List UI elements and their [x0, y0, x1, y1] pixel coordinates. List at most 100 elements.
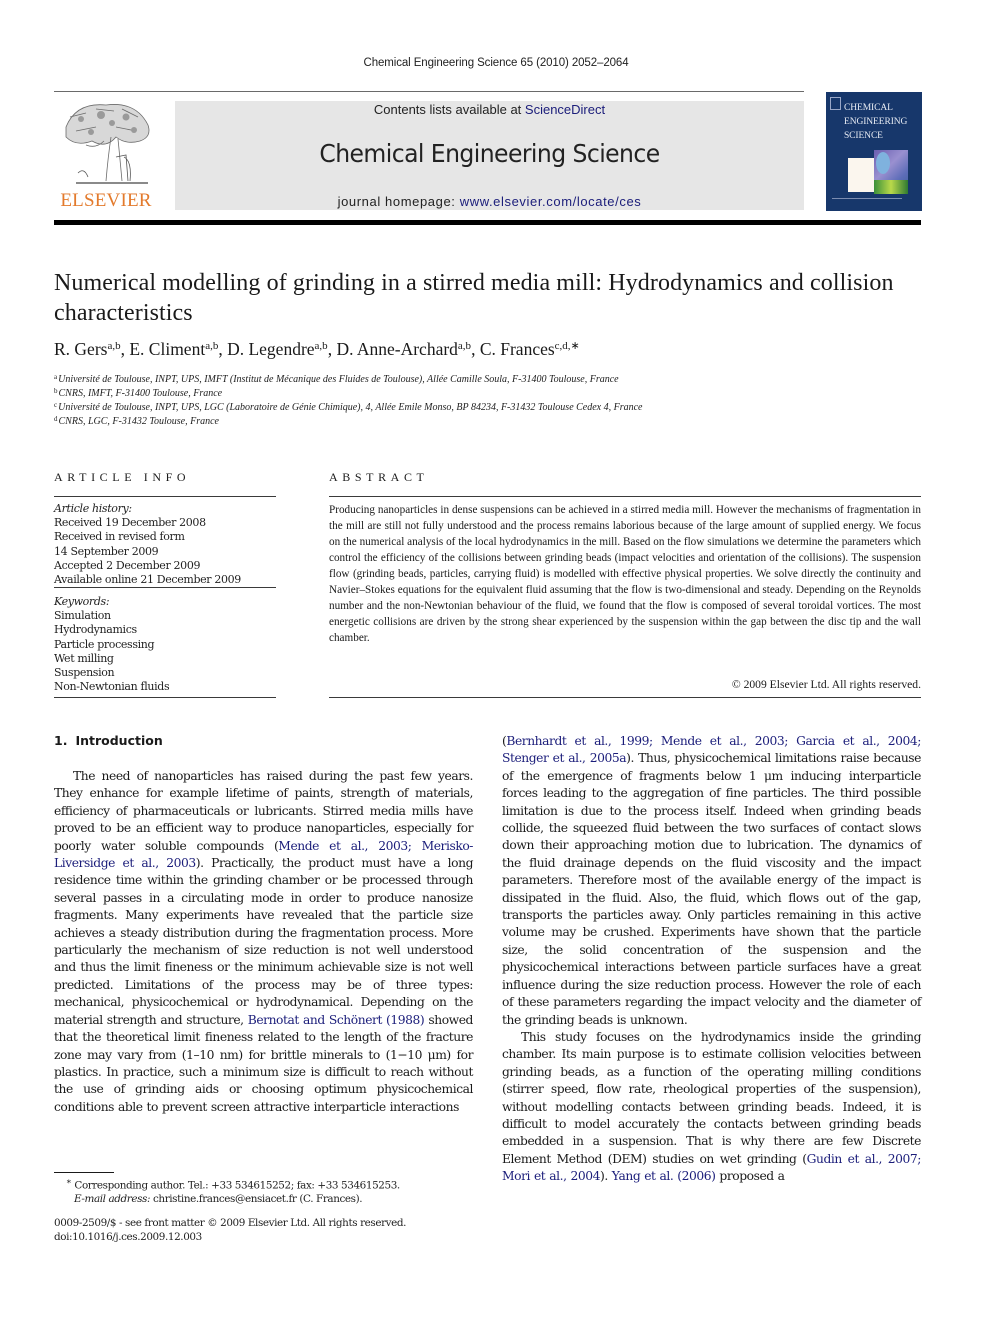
- journal-cover-thumbnail[interactable]: CHEMICAL ENGINEERING SCIENCE: [826, 92, 922, 211]
- author-affiliation-marks: a,b: [107, 340, 121, 352]
- abstract-heading: ABSTRACT: [329, 470, 429, 484]
- footnote-divider: [54, 1172, 114, 1173]
- author-name: E. Climent: [129, 339, 206, 359]
- affiliation-text: CNRS, LGC, F-31432 Toulouse, France: [58, 416, 219, 427]
- section-number: 1.: [54, 733, 68, 748]
- paragraph: (Bernhardt et al., 1999; Mende et al., 2…: [502, 733, 921, 1029]
- author[interactable]: D. Legendrea,b: [227, 339, 328, 359]
- elsevier-wordmark: ELSEVIER: [60, 190, 152, 211]
- paragraph-text: This study focuses on the hydrodynamics …: [502, 1029, 921, 1166]
- author-name: C. Frances: [479, 339, 555, 359]
- author-name: D. Anne-Archard: [336, 339, 458, 359]
- keywords: Keywords: Simulation Hydrodynamics Parti…: [54, 595, 279, 694]
- paragraph-text: showed that the theoretical limit finene…: [54, 1012, 473, 1114]
- journal-title: Chemical Engineering Science: [319, 139, 660, 168]
- section-heading-introduction: 1. Introduction: [54, 733, 163, 748]
- author-separator: ,: [471, 339, 480, 359]
- front-matter: 0009-2509/$ - see front matter © 2009 El…: [54, 1216, 484, 1244]
- article-info-divider: [54, 587, 276, 588]
- footnote-text: Corresponding author. Tel.: +33 53461525…: [71, 1179, 400, 1192]
- author-name: D. Legendre: [227, 339, 315, 359]
- paragraph-text: ).: [599, 1169, 612, 1184]
- corresponding-author-footnote: ∗ Corresponding author. Tel.: +33 534615…: [54, 1175, 484, 1206]
- homepage-label: journal homepage:: [337, 194, 460, 209]
- article-info-heading: ARTICLE INFO: [54, 470, 191, 484]
- author[interactable]: C. Francesc,d,∗: [480, 339, 580, 359]
- footnote-line: ∗ Corresponding author. Tel.: +33 534615…: [54, 1175, 484, 1192]
- paragraph-text: proposed a: [715, 1169, 785, 1184]
- running-head: Chemical Engineering Science 65 (2010) 2…: [363, 57, 629, 69]
- author[interactable]: R. Gersa,b: [54, 339, 121, 359]
- keyword: Wet milling: [54, 651, 114, 665]
- history-item: Accepted 2 December 2009: [54, 558, 201, 572]
- homepage-link[interactable]: www.elsevier.com/locate/ces: [460, 194, 642, 209]
- cover-title: CHEMICAL ENGINEERING SCIENCE: [844, 101, 907, 143]
- affiliation-text: Université de Toulouse, INPT, UPS, IMFT …: [58, 374, 619, 385]
- history-item: 14 September 2009: [54, 544, 159, 558]
- journal-banner: Contents lists available at ScienceDirec…: [175, 101, 804, 210]
- history-item: Available online 21 December 2009: [54, 573, 241, 587]
- author-name: R. Gers: [54, 339, 108, 359]
- abstract-copyright: © 2009 Elsevier Ltd. All rights reserved…: [731, 678, 921, 691]
- affiliation: dCNRS, LGC, F-31432 Toulouse, France: [54, 415, 924, 429]
- keyword: Particle processing: [54, 637, 155, 651]
- author[interactable]: E. Climenta,b: [129, 339, 218, 359]
- keywords-label: Keywords:: [54, 595, 110, 608]
- citation-link[interactable]: Bernotat and Schönert (1988): [248, 1013, 425, 1027]
- issn-line: 0009-2509/$ - see front matter © 2009 El…: [54, 1217, 407, 1229]
- header-divider: [54, 91, 804, 92]
- paragraph-text: ). Thus, physicochemical limitations rai…: [502, 751, 921, 1027]
- article-history-label: Article history:: [54, 502, 132, 515]
- sciencedirect-link[interactable]: ScienceDirect: [525, 102, 605, 117]
- cover-title-line: ENGINEERING: [844, 117, 908, 127]
- affiliation-mark: b: [54, 387, 58, 395]
- abstract-text: Producing nanoparticles in dense suspens…: [329, 504, 921, 644]
- history-item: Received in revised form: [54, 530, 185, 544]
- paragraph: This study focuses on the hydrodynamics …: [502, 1029, 921, 1186]
- article-title: Numerical modelling of grinding in a sti…: [54, 270, 894, 326]
- author-affiliation-marks: c,d,∗: [554, 340, 580, 352]
- abstract-divider: [329, 697, 921, 698]
- keyword: Suspension: [54, 666, 115, 680]
- keyword: Simulation: [54, 609, 111, 623]
- cover-footer-line: [832, 198, 902, 199]
- keyword: Hydrodynamics: [54, 623, 137, 637]
- cover-title-line: CHEMICAL: [844, 103, 893, 113]
- affiliation: aUniversité de Toulouse, INPT, UPS, IMFT…: [54, 373, 924, 387]
- abstract-divider: [329, 496, 921, 497]
- author-affiliation-marks: a,b: [314, 340, 328, 352]
- article-history: Article history: Received 19 December 20…: [54, 502, 279, 587]
- elsevier-logo[interactable]: ELSEVIER: [54, 97, 158, 212]
- author-affiliation-marks: a,b: [205, 340, 219, 352]
- article-info-divider: [54, 496, 276, 497]
- body-column-left: The need of nanoparticles has raised dur…: [54, 768, 473, 1116]
- history-item: Received 19 December 2008: [54, 516, 206, 530]
- section-title: Introduction: [75, 733, 163, 748]
- cover-publisher-badge-icon: [830, 97, 841, 110]
- author-affiliation-marks: a,b: [457, 340, 472, 352]
- journal-homepage: journal homepage: www.elsevier.com/locat…: [175, 194, 804, 209]
- contents-availability: Contents lists available at ScienceDirec…: [175, 102, 804, 117]
- affiliation-text: Université de Toulouse, INPT, UPS, LGC (…: [58, 402, 643, 413]
- email-address[interactable]: christine.frances@ensiacet.fr (C. France…: [150, 1193, 363, 1205]
- affiliation-mark: a: [54, 373, 58, 381]
- paragraph-text: ). Practically, the product must have a …: [54, 856, 474, 1027]
- footnote-line: E-mail address: christine.frances@ensiac…: [54, 1192, 484, 1206]
- body-column-right: (Bernhardt et al., 1999; Mende et al., 2…: [502, 733, 921, 1186]
- author[interactable]: D. Anne-Archarda,b: [336, 339, 471, 359]
- citation-link[interactable]: Yang et al. (2006): [612, 1169, 716, 1183]
- article-info-divider: [54, 697, 276, 698]
- cover-title-line: SCIENCE: [844, 131, 883, 141]
- affiliation-list: aUniversité de Toulouse, INPT, UPS, IMFT…: [54, 373, 924, 429]
- doi[interactable]: doi:10.1016/j.ces.2009.12.003: [54, 1230, 484, 1244]
- keyword: Non-Newtonian fluids: [54, 680, 170, 694]
- affiliation: cUniversité de Toulouse, INPT, UPS, LGC …: [54, 401, 924, 415]
- affiliation-mark: d: [54, 415, 58, 423]
- header-thick-rule: [54, 220, 921, 225]
- affiliation: bCNRS, IMFT, F-31400 Toulouse, France: [54, 387, 924, 401]
- cover-artwork-detail: [874, 180, 908, 194]
- author-list: R. Gersa,b, E. Climenta,b, D. Legendrea,…: [54, 339, 924, 360]
- author-separator: ,: [218, 339, 228, 359]
- affiliation-text: CNRS, IMFT, F-31400 Toulouse, France: [58, 388, 223, 399]
- paragraph: The need of nanoparticles has raised dur…: [54, 768, 473, 1116]
